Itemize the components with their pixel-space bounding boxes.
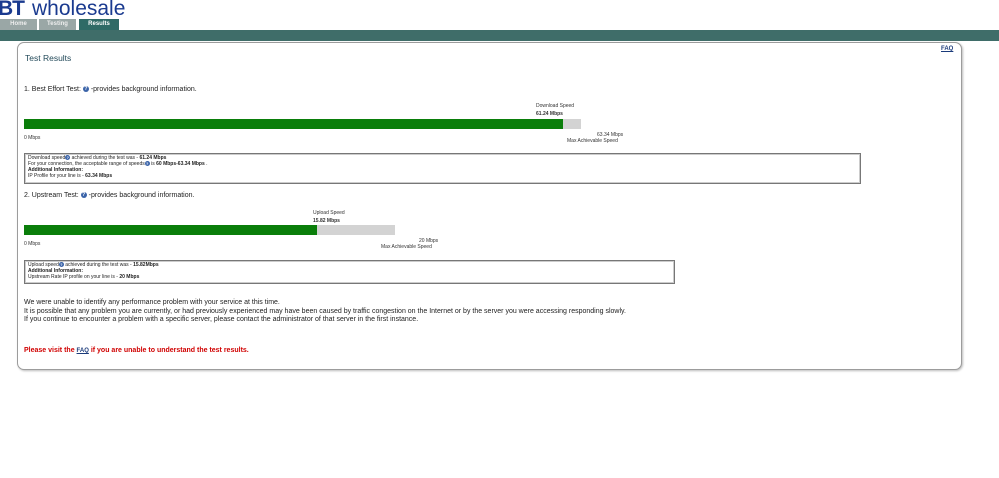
- download-ip-profile-value: 63.34 Mbps: [85, 173, 113, 179]
- notice-text-pre: Please visit the: [24, 347, 77, 354]
- upload-min-label: 0 Mbps: [24, 241, 41, 247]
- upload-heading-text: 2. Upstream Test:: [24, 192, 79, 199]
- upload-info-speed: 15.82Mbps: [133, 262, 159, 268]
- download-max-label: Max Achievable Speed: [567, 138, 618, 144]
- message-line-1: We were unable to identify any performan…: [24, 299, 280, 306]
- download-speed-label: Download Speed: [536, 103, 575, 109]
- download-ip-profile-label: IP Profile for your line is -: [28, 173, 86, 179]
- upload-max-label: Max Achievable Speed: [381, 244, 432, 250]
- upload-speed-label: Upload Speed: [313, 210, 345, 216]
- download-heading-suffix: -provides background information.: [88, 86, 197, 93]
- header-band: [0, 30, 999, 41]
- notice-text-post: if you are unable to understand the test…: [88, 347, 249, 354]
- download-info-box: Download speed? achieved during the test…: [24, 153, 861, 184]
- message-line-3: If you continue to encounter a problem w…: [24, 316, 419, 323]
- upload-info-box: Upload speed? achieved during the test w…: [24, 260, 675, 284]
- download-heading-text: 1. Best Effort Test:: [24, 86, 81, 93]
- download-speed-value: 61.24 Mbps: [536, 111, 563, 117]
- faq-link[interactable]: FAQ: [77, 348, 89, 354]
- download-speed-bar: [24, 119, 581, 129]
- tab-testing[interactable]: Testing: [39, 19, 76, 30]
- logo-wholesale: wholesale: [32, 0, 126, 20]
- download-range-value: 60 Mbps-63.34 Mbps: [156, 161, 205, 167]
- download-heading: 1. Best Effort Test: ? -provides backgro…: [24, 86, 197, 93]
- upload-speed-bar: [24, 225, 395, 235]
- download-speed-fill: [24, 119, 563, 129]
- result-message: We were unable to identify any performan…: [24, 299, 626, 325]
- upload-ip-profile-value: 20 Mbps: [119, 274, 140, 280]
- tab-home[interactable]: Home: [0, 19, 37, 30]
- upload-heading: 2. Upstream Test: ? -provides background…: [24, 192, 194, 199]
- download-range-end: .: [204, 161, 208, 167]
- faq-link-top[interactable]: FAQ: [941, 46, 953, 52]
- upload-heading-suffix: -provides background information.: [86, 192, 195, 199]
- message-line-2: It is possible that any problem you are …: [24, 307, 626, 315]
- upload-ip-profile-label: Upstream Rate IP profile on your line is…: [28, 274, 120, 280]
- download-min-label: 0 Mbps: [24, 135, 41, 141]
- upload-speed-value: 15.82 Mbps: [313, 218, 340, 224]
- page-title: Test Results: [25, 53, 72, 63]
- tab-results[interactable]: Results: [79, 19, 119, 30]
- faq-notice: Please visit the FAQ if you are unable t…: [24, 347, 249, 354]
- upload-speed-fill: [24, 225, 318, 235]
- logo-bt: BT: [0, 0, 25, 20]
